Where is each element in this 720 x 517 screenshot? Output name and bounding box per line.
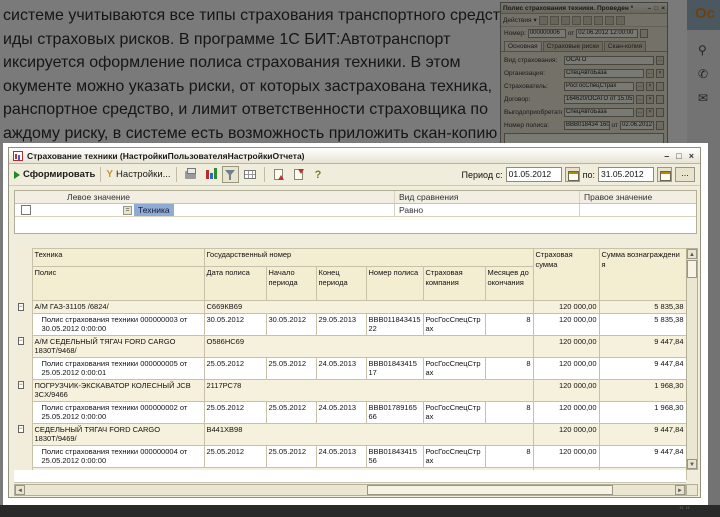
expand-groups-icon	[274, 169, 283, 180]
filter-left-value[interactable]: Техника	[134, 204, 174, 216]
report-toolbar: Сформировать Y Настройки...	[9, 164, 700, 186]
collapse-groups-icon	[294, 169, 303, 180]
collapse-icon[interactable]: −	[18, 425, 24, 433]
collapse-icon[interactable]: −	[18, 337, 24, 345]
vertical-scrollbar[interactable]: ▲ ▼	[686, 248, 698, 470]
vertical-scroll-thumb[interactable]	[687, 260, 697, 278]
report-window-titlebar[interactable]: Страхование техники (НастройкиПользовате…	[9, 148, 700, 164]
collapse-icon[interactable]: −	[18, 303, 24, 311]
col-period-start: Начало периода	[266, 267, 316, 301]
report-window-title: Страхование техники (НастройкиПользовате…	[27, 151, 660, 161]
collapse-groups-button[interactable]	[290, 166, 307, 183]
filter-grid: Левое значение Вид сравнения Правое знач…	[14, 190, 697, 234]
funnel-icon	[225, 170, 235, 180]
table-row-detail[interactable]: Полис страхования техники 000000005 от 2…	[14, 357, 686, 379]
calendar-icon[interactable]	[565, 167, 580, 182]
col-months-left: Месяцев до окончания	[485, 267, 533, 301]
col-period-end: Конец периода	[316, 267, 366, 301]
col-sum: Страховая сумма	[533, 249, 599, 301]
help-icon: ?	[315, 169, 322, 181]
col-policy: Полис	[32, 267, 204, 301]
period-to-input[interactable]: 31.05.2012	[598, 167, 654, 182]
table-empty-area	[14, 470, 686, 483]
lightbox: Страхование техники (НастройкиПользовате…	[3, 143, 708, 505]
wrench-icon: Y	[106, 169, 113, 180]
table-header-row: Техника Государственный номер Страховая …	[14, 249, 686, 267]
filter-checkbox[interactable]	[21, 205, 31, 215]
col-policy-date: Дата полиса	[204, 267, 266, 301]
table-row-group[interactable]: − А/М ГАЗ-31105 /6824/ С669КВ69 120 000,…	[14, 301, 686, 314]
report-icon	[13, 151, 23, 161]
col-equipment: Техника	[32, 249, 204, 267]
horizontal-scrollbar[interactable]: ◄ ►	[14, 484, 686, 496]
element-icon: =	[123, 206, 132, 215]
period-from-input[interactable]: 01.05.2012	[506, 167, 562, 182]
chart-button[interactable]	[202, 166, 219, 183]
table-row-detail[interactable]: Полис страхования техники 000000004 от 2…	[14, 445, 686, 467]
settings-button[interactable]: Настройки...	[116, 169, 171, 180]
expand-groups-button[interactable]	[270, 166, 287, 183]
generate-button[interactable]: Сформировать	[23, 169, 95, 180]
scroll-left-icon[interactable]: ◄	[15, 485, 25, 495]
filter-header-row: Левое значение Вид сравнения Правое знач…	[15, 191, 696, 204]
col-fee: Сумма вознаграждения	[599, 249, 686, 301]
report-window: Страхование техники (НастройкиПользовате…	[8, 147, 701, 498]
table-icon	[244, 170, 256, 179]
scroll-up-icon[interactable]: ▲	[687, 249, 697, 259]
grid-button[interactable]	[242, 166, 259, 183]
collapse-icon[interactable]: −	[18, 381, 24, 389]
minimize-icon[interactable]: –	[664, 151, 669, 161]
period-to-label: по:	[583, 170, 595, 180]
scroll-down-icon[interactable]: ▼	[687, 459, 697, 469]
filter-button[interactable]	[222, 166, 239, 183]
table-row-detail[interactable]: Полис страхования техники 000000003 от 3…	[14, 313, 686, 335]
table-row-detail[interactable]: Полис страхования техники 000000002 от 2…	[14, 401, 686, 423]
col-company: Страховая компания	[423, 267, 485, 301]
table-row-group[interactable]: − А/М СЕДЕЛЬНЫЙ ТЯГАЧ FORD CARGO 1830Т/9…	[14, 335, 686, 357]
close-icon[interactable]: ×	[689, 151, 694, 161]
help-button[interactable]: ?	[310, 166, 327, 183]
filter-col-comparison: Вид сравнения	[395, 191, 580, 203]
filter-col-right: Правое значение	[580, 191, 696, 203]
filter-right-value[interactable]	[580, 204, 696, 216]
filter-col-left: Левое значение	[15, 191, 395, 203]
table-row-group[interactable]: − ПОГРУЗЧИК-ЭКСКАВАТОР КОЛЕСНЫЙ JCB 3CX/…	[14, 379, 686, 401]
filter-comparison-value[interactable]: Равно	[395, 204, 580, 216]
col-gos-number: Государственный номер	[204, 249, 533, 267]
calendar-icon[interactable]	[657, 167, 672, 182]
horizontal-scroll-thumb[interactable]	[367, 485, 613, 495]
period-more-button[interactable]: ...	[675, 167, 695, 182]
col-policy-number: Номер полиса	[366, 267, 423, 301]
printer-icon	[185, 171, 196, 179]
filter-row[interactable]: = Техника Равно	[15, 204, 696, 217]
screen: системе учитываются все типы страхования…	[0, 0, 720, 517]
scroll-right-icon[interactable]: ►	[675, 485, 685, 495]
maximize-icon[interactable]: □	[676, 151, 681, 161]
print-button[interactable]	[182, 166, 199, 183]
scrollbar-corner	[686, 484, 698, 496]
period-from-label: Период с:	[462, 170, 503, 180]
table-row-group[interactable]: − СЕДЕЛЬНЫЙ ТЯГАЧ FORD CARGO 1830Т/9469/…	[14, 423, 686, 445]
run-icon	[14, 171, 20, 179]
chart-icon	[206, 170, 209, 179]
report-table: Техника Государственный номер Страховая …	[14, 248, 687, 480]
